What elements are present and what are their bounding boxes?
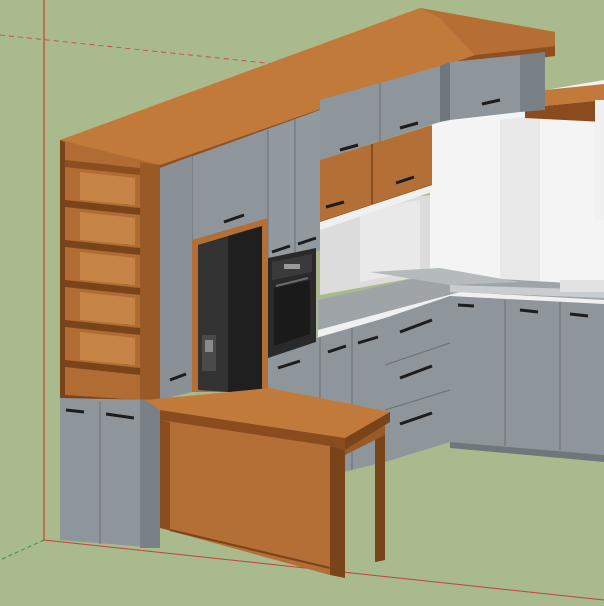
- base-cabinets-pantry: [60, 398, 160, 548]
- base-cabinets-right: [450, 296, 604, 462]
- wood-breakfast-bar[interactable]: [145, 388, 390, 578]
- sketchup-viewport[interactable]: [0, 0, 604, 606]
- pantry-open-shelving: [60, 140, 160, 405]
- base-drawers: [384, 296, 451, 462]
- tall-cabinet-left: [160, 156, 192, 400]
- green-axis-dashed: [0, 539, 45, 561]
- built-in-oven: [268, 248, 316, 358]
- sink-rim: [560, 280, 604, 292]
- refrigerator-niche: [192, 218, 268, 392]
- kitchen-model-canvas[interactable]: [0, 0, 604, 606]
